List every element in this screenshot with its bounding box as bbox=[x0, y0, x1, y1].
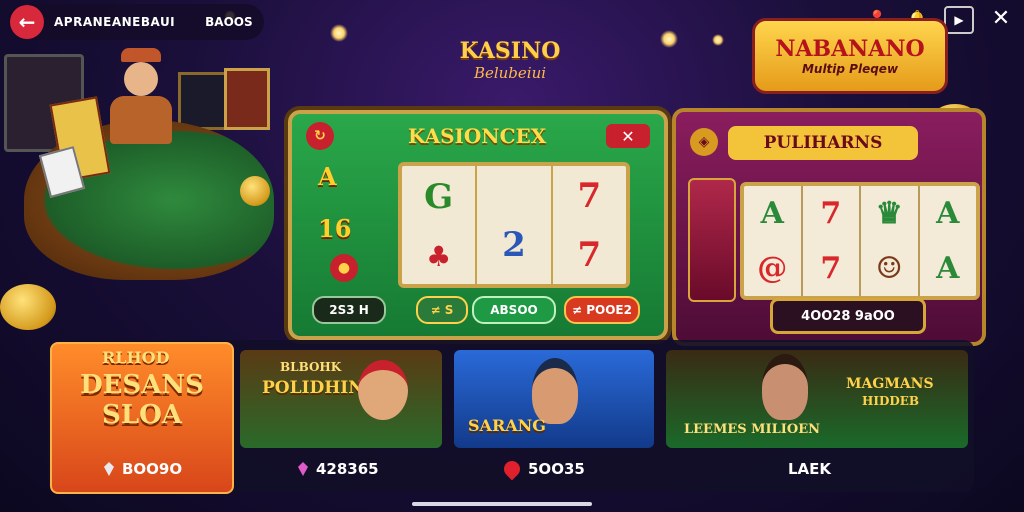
reel-symbol: 2 bbox=[502, 224, 526, 265]
close-icon[interactable]: ✕ bbox=[988, 6, 1014, 31]
reels: A @ 7 7 ♛ ☺ A A bbox=[740, 182, 980, 300]
game-card[interactable]: MAGMANS HIDDEB LEEMES MILIOEN bbox=[666, 350, 968, 448]
card-caption-text: 5OO35 bbox=[528, 460, 585, 478]
gem-icon bbox=[298, 462, 308, 476]
home-indicator[interactable] bbox=[412, 502, 592, 506]
reel: G ♣ bbox=[402, 166, 478, 284]
game-selection-panel: RLHOD DESANS SLOA BOO9O BLBOHK POLIDHIN … bbox=[48, 340, 974, 494]
reel: A A bbox=[920, 186, 977, 296]
card-title: LEEMES MILIOEN bbox=[684, 422, 820, 437]
reel-symbol: A bbox=[936, 196, 960, 231]
reel-symbol: 7 bbox=[577, 175, 602, 216]
info-icon[interactable]: ↻ bbox=[306, 122, 334, 150]
reel-symbol: G bbox=[424, 177, 454, 218]
slot-machine-secondary[interactable]: ◈ PULIHARNS A @ 7 7 ♛ ☺ A A 4OO28 9aOO bbox=[672, 108, 986, 346]
card-title: DESANS SLOA bbox=[80, 370, 204, 430]
win-amount-button[interactable]: ABSOO bbox=[472, 296, 556, 324]
slot-machine-main[interactable]: ↻ KASIONCEX ✕ A 16 ● G ♣ 2 7 7 2S3 H ≠ S… bbox=[288, 110, 668, 340]
reel: A @ bbox=[744, 186, 803, 296]
card-caption-text: BOO9O bbox=[122, 460, 183, 478]
card-caption: BOO9O bbox=[104, 460, 182, 478]
reel-symbol: @ bbox=[757, 251, 788, 286]
share-icon[interactable]: ▶ bbox=[944, 6, 974, 34]
reel: 7 7 bbox=[803, 186, 861, 296]
card-caption: LAEK bbox=[788, 460, 831, 478]
framed-picture bbox=[224, 68, 270, 130]
card-title: POLIDHIN bbox=[262, 378, 364, 398]
brand-logo: NABANANO Multip Pleqew bbox=[752, 18, 948, 94]
game-card[interactable]: SARANG bbox=[454, 350, 654, 448]
brand-subtitle: Multip Pleqew bbox=[801, 62, 899, 76]
kasino-sign-bottom: Belubeiui bbox=[473, 64, 547, 82]
slot-right-balance: 4OO28 9aOO bbox=[770, 298, 926, 334]
kasino-sign: KASINO Belubeiui bbox=[440, 38, 580, 82]
side-symbol: A bbox=[318, 162, 337, 191]
brand-title: NABANANO bbox=[775, 36, 925, 62]
kasino-sign-top: KASINO bbox=[459, 38, 561, 64]
side-symbol: 16 bbox=[318, 214, 352, 243]
card-caption: 428365 bbox=[298, 460, 379, 478]
location-pin-icon bbox=[500, 457, 524, 481]
reel-symbol: A bbox=[936, 251, 960, 286]
game-card-featured[interactable]: RLHOD DESANS SLOA BOO9O bbox=[50, 342, 234, 494]
reel-symbol: ♣ bbox=[426, 239, 452, 273]
card-title-top: MAGMANS bbox=[846, 376, 934, 392]
card-caption-text: LAEK bbox=[788, 460, 832, 478]
top-bar: ← APRANEANEBAUI BAOOS bbox=[8, 4, 264, 40]
coin-icon bbox=[240, 176, 270, 206]
spin-option-button[interactable]: ≠ S bbox=[416, 296, 468, 324]
character-avatar bbox=[358, 360, 408, 420]
power-button[interactable]: ≠ POOE2 bbox=[564, 296, 640, 324]
card-subtitle: HIDDEB bbox=[862, 394, 920, 408]
gem-icon bbox=[104, 462, 114, 476]
card-title-top: RLHOD bbox=[102, 348, 170, 367]
reel: 2 bbox=[477, 166, 553, 284]
bet-button[interactable]: 2S3 H bbox=[312, 296, 386, 324]
reels: G ♣ 2 7 7 bbox=[398, 162, 630, 288]
top-title: APRANEANEBAUI bbox=[54, 15, 176, 29]
reel-symbol: ♛ bbox=[875, 196, 903, 231]
framed-picture bbox=[178, 72, 228, 130]
coin-icon bbox=[0, 284, 56, 330]
character-avatar bbox=[532, 358, 578, 424]
slot-main-close-button[interactable]: ✕ bbox=[606, 124, 650, 148]
ornament-panel bbox=[688, 178, 736, 302]
reel: ♛ ☺ bbox=[861, 186, 920, 296]
slot-right-title: PULIHARNS bbox=[728, 126, 918, 160]
card-title: SARANG bbox=[468, 416, 546, 435]
reel-symbol: 7 bbox=[820, 196, 842, 231]
chip-icon: ● bbox=[330, 254, 358, 282]
top-balance: BAOOS bbox=[205, 15, 253, 29]
reel-symbol: ☺ bbox=[875, 251, 903, 286]
reel-symbol: A bbox=[760, 196, 784, 231]
character-avatar bbox=[762, 354, 808, 420]
back-button[interactable]: ← bbox=[10, 5, 44, 39]
reel: 7 7 bbox=[553, 166, 626, 284]
reel-symbol: 7 bbox=[577, 234, 602, 275]
card-title-top: BLBOHK bbox=[280, 360, 342, 374]
reel-symbol: 7 bbox=[820, 251, 842, 286]
dealer-figure bbox=[110, 48, 172, 144]
slot-main-title: KASIONCEX bbox=[408, 124, 547, 148]
badge-icon: ◈ bbox=[690, 128, 718, 156]
game-card[interactable]: BLBOHK POLIDHIN bbox=[240, 350, 442, 448]
card-caption-text: 428365 bbox=[316, 460, 379, 478]
card-caption: 5OO35 bbox=[500, 457, 585, 481]
